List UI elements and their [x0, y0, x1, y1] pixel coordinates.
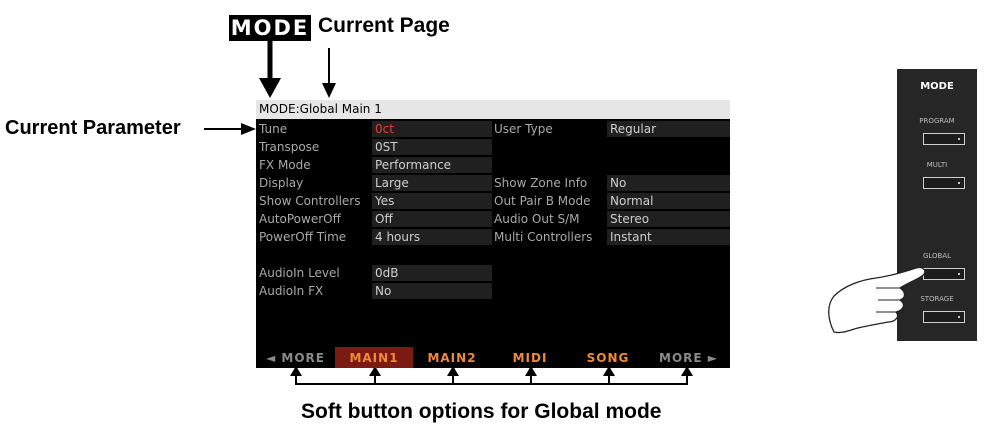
soft-button-more-right[interactable]: MORE ► [647, 347, 730, 368]
param-label-multi-controllers: Multi Controllers [494, 230, 593, 244]
lcd-screen: MODE:Global Main 1 Tune 0ct Transpose 0S… [256, 100, 730, 368]
soft-button-midi[interactable]: MIDI [491, 347, 569, 368]
param-label-display: Display [259, 176, 304, 190]
param-label-autopoweroff: AutoPowerOff [259, 212, 341, 226]
panel-title: MODE [920, 81, 954, 92]
param-value-autopoweroff[interactable]: Off [372, 211, 492, 227]
soft-button-song[interactable]: SONG [569, 347, 647, 368]
program-button[interactable] [923, 133, 965, 145]
param-value-poweroff-time[interactable]: 4 hours [372, 229, 492, 245]
param-label-tune: Tune [259, 122, 288, 136]
param-label-audioin-level: AudioIn Level [259, 266, 340, 280]
screen-title: MODE:Global Main 1 [256, 100, 730, 119]
param-value-multi-controllers[interactable]: Instant [607, 229, 730, 245]
param-value-transpose[interactable]: 0ST [372, 139, 492, 155]
program-label: PROGRAM [919, 117, 955, 125]
soft-button-bar: ◄ MORE MAIN1 MAIN2 MIDI SONG MORE ► [256, 347, 730, 368]
param-value-audioin-fx[interactable]: No [372, 283, 492, 299]
param-label-transpose: Transpose [259, 140, 320, 154]
soft-button-more-left[interactable]: ◄ MORE [256, 347, 335, 368]
param-label-out-pair-b-mode: Out Pair B Mode [494, 194, 591, 208]
param-label-show-controllers: Show Controllers [259, 194, 361, 208]
param-label-user-type: User Type [494, 122, 553, 136]
multi-label: MULTI [926, 161, 948, 169]
soft-button-main2[interactable]: MAIN2 [413, 347, 491, 368]
multi-button[interactable] [923, 177, 965, 189]
soft-button-main1[interactable]: MAIN1 [335, 347, 413, 368]
param-value-fx-mode[interactable]: Performance [372, 157, 492, 173]
param-label-fx-mode: FX Mode [259, 158, 311, 172]
param-label-audio-out-sm: Audio Out S/M [494, 212, 580, 226]
param-label-audioin-fx: AudioIn FX [259, 284, 324, 298]
soft-button-options-label: Soft button options for Global mode [301, 400, 662, 423]
param-value-user-type[interactable]: Regular [607, 121, 730, 137]
param-value-display[interactable]: Large [372, 175, 492, 191]
pointing-hand-icon [828, 266, 926, 334]
param-value-show-zone-info[interactable]: No [607, 175, 730, 191]
param-value-show-controllers[interactable]: Yes [372, 193, 492, 209]
param-value-audioin-level[interactable]: 0dB [372, 265, 492, 281]
param-label-show-zone-info: Show Zone Info [494, 176, 588, 190]
param-label-poweroff-time: PowerOff Time [259, 230, 347, 244]
param-value-audio-out-sm[interactable]: Stereo [607, 211, 730, 227]
param-value-tune[interactable]: 0ct [372, 121, 492, 137]
param-value-out-pair-b-mode[interactable]: Normal [607, 193, 730, 209]
